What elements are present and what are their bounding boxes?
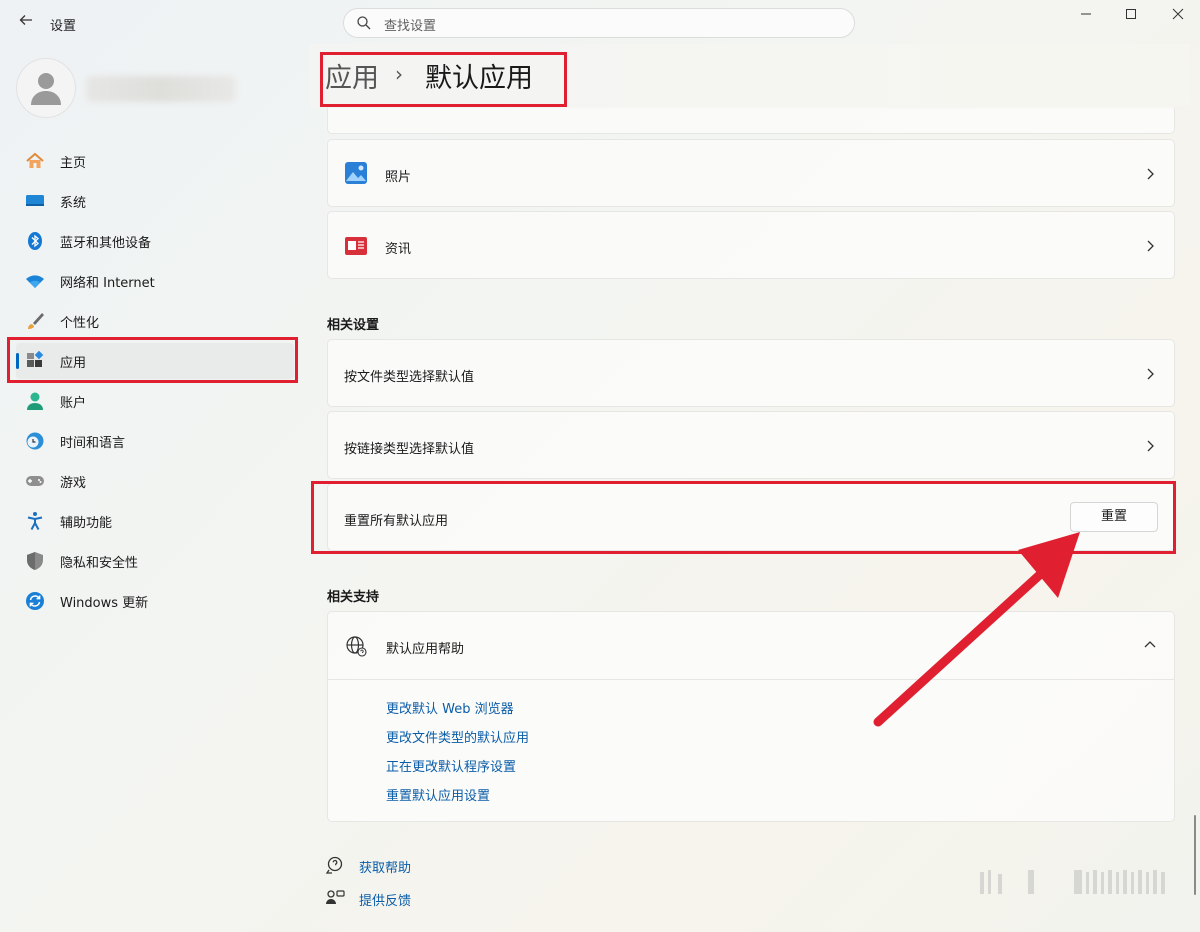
- app-title: 设置: [50, 19, 77, 34]
- brush-icon: [28, 313, 44, 329]
- shield-icon: [27, 552, 43, 570]
- settings-card-link-type[interactable]: 按链接类型选择默认值: [327, 411, 1175, 479]
- sidebar-item-label: Windows 更新: [60, 596, 149, 611]
- chevron-right-icon: [1147, 368, 1154, 380]
- sidebar-item-accessibility[interactable]: 辅助功能: [16, 503, 294, 539]
- settings-card-label: 按链接类型选择默认值: [344, 442, 475, 457]
- sidebar-item-label: 隐私和安全性: [60, 556, 139, 571]
- search-icon: [357, 16, 371, 30]
- help-expander-title: 默认应用帮助: [386, 642, 465, 657]
- sidebar-item-label: 时间和语言: [60, 436, 126, 451]
- chevron-right-icon: [1147, 168, 1154, 180]
- sidebar-item-label: 主页: [60, 156, 87, 171]
- sidebar-item-network[interactable]: 网络和 Internet: [16, 263, 294, 299]
- account-icon: [27, 392, 43, 410]
- avatar[interactable]: [16, 58, 76, 118]
- clock-globe-icon: [26, 432, 44, 450]
- sidebar-item-windows-update[interactable]: Windows 更新: [16, 583, 294, 619]
- get-help-icon: [325, 856, 343, 874]
- sidebar-item-personalization[interactable]: 个性化: [16, 303, 294, 339]
- close-button[interactable]: [1163, 4, 1193, 28]
- annotation-box-breadcrumb: [320, 52, 567, 107]
- minimize-button[interactable]: [1071, 4, 1101, 28]
- feedback-link[interactable]: 提供反馈: [359, 890, 411, 909]
- get-help-link[interactable]: 获取帮助: [359, 857, 411, 876]
- sidebar-item-label: 网络和 Internet: [60, 276, 155, 291]
- close-icon: [1172, 8, 1184, 20]
- feedback-icon: [326, 890, 345, 904]
- settings-card-file-type[interactable]: 按文件类型选择默认值: [327, 339, 1175, 407]
- section-heading-related-settings: 相关设置: [327, 318, 380, 333]
- annotation-box-apps: [7, 337, 298, 383]
- update-icon: [26, 592, 44, 610]
- sidebar-item-label: 账户: [60, 396, 87, 411]
- settings-card-label: 按文件类型选择默认值: [344, 370, 475, 385]
- help-link[interactable]: 重置默认应用设置: [386, 785, 490, 804]
- sidebar-item-gaming[interactable]: 游戏: [16, 463, 294, 499]
- bluetooth-icon: [28, 232, 42, 250]
- home-icon: [26, 152, 44, 168]
- maximize-button[interactable]: [1116, 4, 1146, 28]
- app-card-label: 照片: [385, 170, 412, 185]
- section-heading-related-support: 相关支持: [327, 590, 380, 605]
- sidebar-item-label: 辅助功能: [60, 516, 113, 531]
- minimize-icon: [1081, 13, 1091, 15]
- app-card-photos[interactable]: 照片: [327, 139, 1175, 207]
- sidebar-item-time-language[interactable]: 时间和语言: [16, 423, 294, 459]
- sidebar-item-bluetooth[interactable]: 蓝牙和其他设备: [16, 223, 294, 259]
- chevron-right-icon: [1147, 240, 1154, 252]
- gamepad-icon: [26, 476, 44, 486]
- sidebar-item-accounts[interactable]: 账户: [16, 383, 294, 419]
- chevron-right-icon: [1147, 440, 1154, 452]
- back-button[interactable]: [16, 12, 36, 32]
- watermark-logo: [980, 870, 1165, 894]
- sidebar-item-label: 蓝牙和其他设备: [60, 236, 152, 251]
- search-input[interactable]: 查找设置: [384, 15, 436, 34]
- scrollbar[interactable]: [1194, 815, 1196, 895]
- help-link[interactable]: 正在更改默认程序设置: [386, 756, 516, 775]
- accessibility-icon: [27, 512, 43, 530]
- sidebar-item-label: 系统: [60, 196, 87, 211]
- help-link[interactable]: 更改文件类型的默认应用: [386, 727, 529, 746]
- wifi-icon: [26, 275, 44, 288]
- sidebar-item-home[interactable]: 主页: [16, 143, 294, 179]
- help-link[interactable]: 更改默认 Web 浏览器: [386, 698, 514, 717]
- globe-help-icon: [346, 636, 367, 657]
- app-card-label: 资讯: [385, 242, 412, 257]
- sidebar-item-system[interactable]: 系统: [16, 183, 294, 219]
- person-icon: [31, 73, 61, 105]
- chevron-up-icon: [1144, 641, 1156, 648]
- app-card-news[interactable]: 资讯: [327, 211, 1175, 279]
- system-icon: [26, 195, 44, 206]
- sidebar-item-label: 个性化: [60, 316, 100, 331]
- back-arrow-icon: [19, 15, 32, 25]
- sidebar-item-privacy[interactable]: 隐私和安全性: [16, 543, 294, 579]
- sidebar-item-label: 游戏: [60, 476, 87, 491]
- search-box[interactable]: 查找设置: [343, 8, 855, 38]
- photos-icon: [345, 162, 367, 184]
- annotation-arrow: [873, 532, 1080, 727]
- user-name-blurred: [86, 76, 236, 102]
- news-icon: [345, 237, 367, 255]
- maximize-icon: [1126, 9, 1136, 19]
